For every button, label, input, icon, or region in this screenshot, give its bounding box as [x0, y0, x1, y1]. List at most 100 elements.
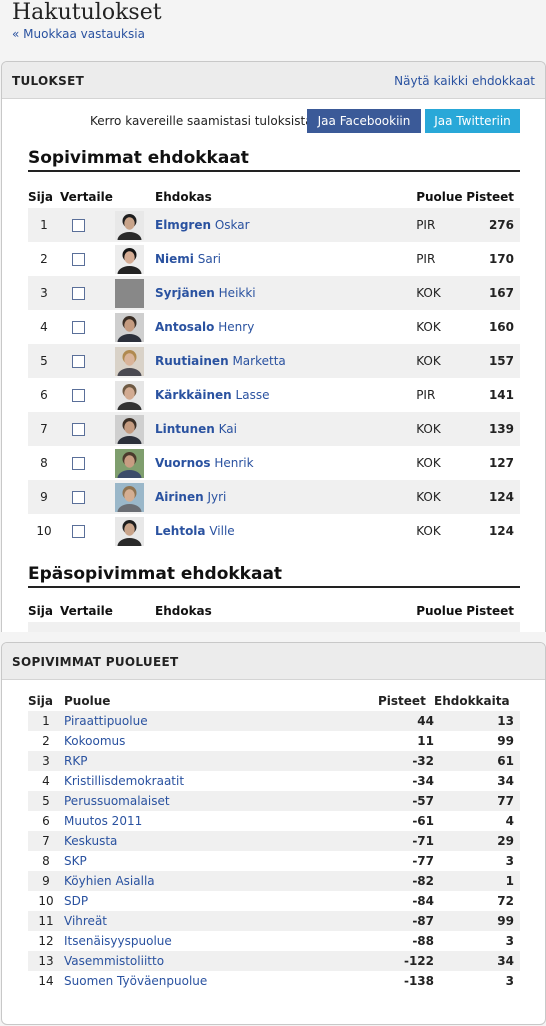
compare-checkbox[interactable]	[72, 354, 85, 368]
candidate-points: 160	[488, 320, 514, 334]
candidate-first-name: Jyri	[207, 490, 227, 504]
party-candidate-count: 13	[434, 711, 520, 731]
party-name-link[interactable]: SKP	[64, 854, 87, 868]
candidate-name-link[interactable]: Lehtola Ville	[155, 524, 235, 538]
table-row: 6 Kärkkäinen Lasse PIR 141	[28, 378, 520, 412]
compare-checkbox[interactable]	[72, 320, 85, 334]
share-facebook-button[interactable]: Jaa Facebookiin	[307, 109, 421, 133]
party-name-link[interactable]: Piraattipuolue	[64, 714, 148, 728]
compare-checkbox[interactable]	[72, 524, 85, 538]
party-points: -57	[378, 791, 434, 811]
party-candidate-count: 99	[434, 911, 520, 931]
party-name-link[interactable]: Keskusta	[64, 834, 117, 848]
candidate-last-name: Syrjänen	[155, 286, 215, 300]
share-row: Kerro kavereille saamistasi tuloksista: …	[2, 109, 545, 133]
party-rank: 12	[38, 934, 54, 948]
portrait-image	[115, 210, 144, 240]
party-rank: 8	[42, 854, 50, 868]
candidate-first-name: Marketta	[232, 354, 286, 368]
candidate-name-link[interactable]: Syrjänen Heikki	[155, 286, 256, 300]
party-name-link[interactable]: Kokoomus	[64, 734, 125, 748]
party-name-link[interactable]: RKP	[64, 754, 87, 768]
candidate-last-name: Antosalo	[155, 320, 215, 334]
compare-checkbox[interactable]	[72, 286, 85, 300]
candidate-first-name: Ville	[209, 524, 235, 538]
candidate-name-link[interactable]: Lintunen Kai	[155, 422, 237, 436]
show-all-candidates-link[interactable]: Näytä kaikki ehdokkaat	[394, 74, 535, 88]
party-rank: 9	[28, 871, 64, 891]
table-row: 11 Vihreät -87 99	[28, 911, 520, 931]
table-row: 13 Vasemmistoliitto -122 34	[28, 951, 520, 971]
party-name-link[interactable]: Vasemmistoliitto	[64, 954, 164, 968]
portrait-image	[115, 516, 144, 546]
party-candidate-count: 99	[497, 734, 514, 748]
candidate-photo	[115, 244, 144, 274]
party-candidate-count: 34	[497, 774, 514, 788]
col-compare: Vertaile	[60, 190, 113, 204]
col-party: Puolue	[416, 190, 463, 204]
candidate-name-link[interactable]: Elmgren Oskar	[155, 218, 250, 232]
col-photo	[115, 186, 155, 208]
party-points: -77	[412, 854, 434, 868]
party-name-link[interactable]: Suomen Työväenpuolue	[64, 974, 207, 988]
table-row: 8 Vuornos Henrik KOK 127	[28, 446, 520, 480]
candidate-photo	[115, 448, 144, 478]
candidate-name-link[interactable]: Kärkkäinen Lasse	[155, 388, 269, 402]
candidate-name-link[interactable]: Ruutiainen Marketta	[155, 354, 286, 368]
compare-checkbox[interactable]	[72, 490, 85, 504]
candidate-name-link[interactable]: Niemi Sari	[155, 252, 221, 266]
candidate-last-name: Vuornos	[155, 456, 211, 470]
party-candidate-count: 3	[505, 974, 514, 988]
candidate-name-link[interactable]: Airinen Jyri	[155, 490, 226, 504]
party-name-link[interactable]: Itsenäisyyspuolue	[64, 934, 172, 948]
candidate-rank: 1	[28, 208, 60, 242]
portrait-image	[115, 380, 144, 410]
col-party: Puolue	[416, 604, 463, 618]
share-text: Kerro kavereille saamistasi tuloksista:	[90, 114, 317, 128]
candidate-last-name: Kärkkäinen	[155, 388, 232, 402]
candidate-rank: 3	[28, 276, 60, 310]
compare-checkbox[interactable]	[72, 388, 85, 402]
compare-checkbox[interactable]	[72, 422, 85, 436]
results-panel-header: TULOKSET Näytä kaikki ehdokkaat	[2, 62, 545, 99]
col-points: Pisteet	[466, 604, 514, 618]
compare-checkbox[interactable]	[72, 218, 85, 232]
party-name-link[interactable]: Muutos 2011	[64, 814, 142, 828]
candidate-last-name: Niemi	[155, 252, 194, 266]
table-header-row: Sija Vertaile Ehdokas Puolue Pisteet	[28, 186, 520, 208]
party-name-link[interactable]: SDP	[64, 894, 88, 908]
candidate-party: KOK	[416, 480, 467, 514]
compare-checkbox[interactable]	[72, 456, 85, 470]
results-panel-title: TULOKSET	[12, 74, 85, 88]
table-row: 9 Köyhien Asialla -82 1	[28, 871, 520, 891]
candidate-first-name: Henrik	[214, 456, 254, 470]
edit-answers-link[interactable]: « Muokkaa vastauksia	[12, 27, 145, 41]
table-row: 10 SDP -84 72	[28, 891, 520, 911]
table-row: 1 Piraattipuolue 44 13	[28, 711, 520, 731]
candidate-name-link[interactable]: Vuornos Henrik	[155, 456, 254, 470]
candidate-points: 157	[466, 344, 520, 378]
candidate-photo	[115, 380, 144, 410]
party-candidate-count: 1	[434, 871, 520, 891]
candidate-rank: 5	[28, 344, 60, 378]
candidate-rank: 2	[40, 252, 48, 266]
party-name-link[interactable]: Köyhien Asialla	[64, 874, 155, 888]
party-name-link[interactable]: Perussuomalaiset	[64, 794, 170, 808]
party-candidate-count: 3	[505, 934, 514, 948]
compare-checkbox[interactable]	[72, 252, 85, 266]
candidate-first-name: Henry	[218, 320, 255, 334]
share-twitter-button[interactable]: Jaa Twitteriin	[425, 109, 520, 133]
table-row: 3 Syrjänen Heikki KOK 167	[28, 276, 520, 310]
best-candidates-table: Sija Vertaile Ehdokas Puolue Pisteet 1 El…	[28, 186, 520, 548]
party-points: 11	[417, 734, 434, 748]
candidate-name-link[interactable]: Antosalo Henry	[155, 320, 254, 334]
candidate-rank: 9	[28, 480, 60, 514]
candidate-last-name: Lintunen	[155, 422, 215, 436]
party-name-link[interactable]: Kristillisdemokraatit	[64, 774, 184, 788]
candidate-points: 141	[488, 388, 514, 402]
party-name-link[interactable]: Vihreät	[64, 914, 107, 928]
party-points: -34	[412, 774, 434, 788]
parties-panel-title: SOPIVIMMAT PUOLUEET	[12, 655, 179, 669]
table-row: 12 Itsenäisyyspuolue -88 3	[28, 931, 520, 951]
candidate-last-name: Elmgren	[155, 218, 212, 232]
